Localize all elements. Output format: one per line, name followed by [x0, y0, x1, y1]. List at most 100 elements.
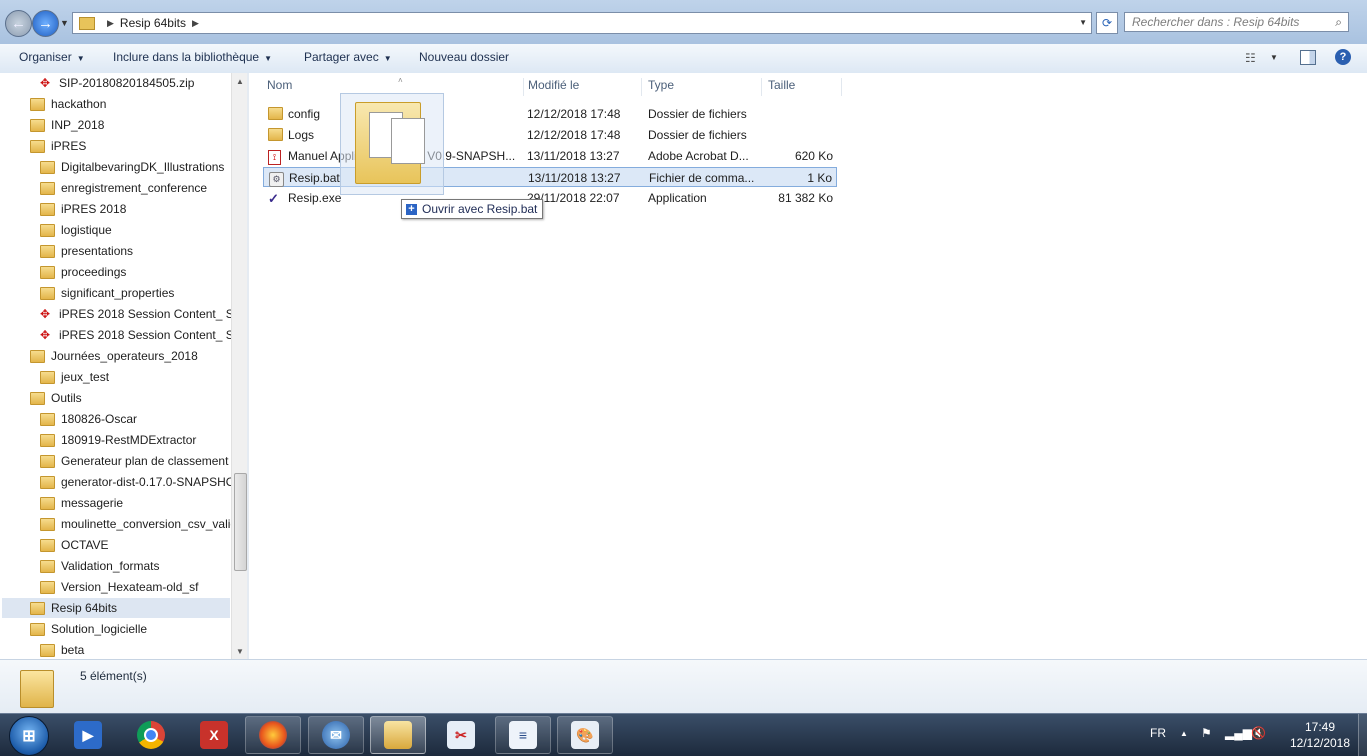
chevron-right-icon[interactable]: ▶ — [107, 18, 114, 29]
taskbar-snipping-tool[interactable]: ✂ — [433, 716, 489, 754]
nav-tree-item[interactable]: messagerie — [2, 493, 230, 513]
folder-icon — [40, 580, 55, 594]
plus-icon: + — [406, 203, 417, 215]
column-header-size[interactable]: Taille — [762, 78, 842, 96]
nav-tree-item[interactable]: beta — [2, 640, 230, 659]
nav-tree-item[interactable]: Resip 64bits — [2, 598, 230, 618]
breadcrumb-resip-64bits[interactable]: Resip 64bits — [120, 16, 186, 30]
zip-icon: ✥ — [40, 328, 51, 342]
taskbar-xmind[interactable]: X — [186, 716, 242, 754]
taskbar-notepad[interactable]: ≡ — [495, 716, 551, 754]
nav-tree-item[interactable]: 180826-Oscar — [2, 409, 230, 429]
file-size: 81 382 Ko — [778, 191, 833, 205]
nav-tree-item[interactable]: iPRES — [2, 136, 230, 156]
nav-tree-item[interactable]: iPRES 2018 — [2, 199, 230, 219]
search-input[interactable]: Rechercher dans : Resip 64bits ⌕ — [1124, 12, 1349, 32]
nav-tree-item[interactable]: moulinette_conversion_csv_valic — [2, 514, 236, 534]
scrollbar-thumb[interactable] — [234, 473, 247, 571]
nav-tree-item[interactable]: Journées_operateurs_2018 — [2, 346, 230, 366]
column-header-modified[interactable]: Modifié le — [522, 78, 642, 96]
address-dropdown-icon[interactable]: ▼ — [1079, 18, 1087, 27]
nav-tree-label: beta — [61, 643, 85, 657]
folder-icon — [40, 265, 55, 279]
folder-icon — [40, 202, 55, 216]
organize-button[interactable]: Organiser ▼ — [19, 50, 85, 64]
view-options-icon[interactable]: ☷ — [1245, 51, 1256, 65]
folder-icon — [40, 517, 55, 531]
nav-tree-label: 180919-RestMDExtractor — [61, 433, 197, 447]
command-toolbar: Organiser ▼ Inclure dans la bibliothèque ▼… — [0, 44, 1367, 74]
nav-tree-item[interactable]: Outils — [2, 388, 230, 408]
help-icon[interactable]: ? — [1335, 49, 1351, 65]
taskbar-paint[interactable]: 🎨 — [557, 716, 613, 754]
nav-tree-item[interactable]: Version_Hexateam-old_sf — [2, 577, 230, 597]
nav-tree-item[interactable]: ✥ iPRES 2018 Session Content_ Spe — [2, 325, 247, 345]
language-indicator[interactable]: FR — [1150, 726, 1166, 740]
nav-tree-item[interactable]: INP_2018 — [2, 115, 230, 135]
preview-pane-icon[interactable] — [1300, 50, 1316, 65]
nav-tree-item[interactable]: proceedings — [2, 262, 230, 282]
folder-icon — [30, 601, 45, 615]
start-button[interactable]: ⊞ — [9, 716, 49, 756]
zip-icon: ✥ — [40, 76, 51, 90]
nav-tree-item[interactable]: enregistrement_conference — [2, 178, 230, 198]
scroll-up-icon[interactable]: ▲ — [236, 77, 244, 86]
file-type: Adobe Acrobat D... — [648, 149, 749, 163]
nav-tree-label: Resip 64bits — [51, 601, 118, 615]
new-folder-button[interactable]: Nouveau dossier — [419, 50, 509, 64]
include-in-library-button[interactable]: Inclure dans la bibliothèque ▼ — [113, 50, 272, 64]
forward-button[interactable]: → — [32, 10, 59, 37]
nav-tree-label: moulinette_conversion_csv_valic — [61, 517, 237, 531]
address-field[interactable]: ▶ Resip 64bits ▶ ▼ — [72, 12, 1092, 34]
network-signal-icon[interactable]: ▂▄▆ — [1225, 726, 1252, 740]
batch-file-icon: ⚙ — [269, 171, 284, 187]
volume-muted-icon[interactable]: 🔇 — [1251, 726, 1266, 740]
show-hidden-icons-icon[interactable]: ▲ — [1180, 729, 1188, 738]
organize-label: Organiser — [19, 50, 72, 64]
nav-tree-item[interactable]: OCTAVE — [2, 535, 230, 555]
navigation-scrollbar[interactable]: ▲ ▼ — [231, 73, 248, 659]
nav-tree-item[interactable]: Generateur plan de classement — [2, 451, 230, 471]
file-modified: 13/11/2018 13:27 — [527, 149, 620, 163]
nav-tree-item[interactable]: Solution_logicielle — [2, 619, 230, 639]
chevron-right-icon[interactable]: ▶ — [192, 18, 199, 29]
folder-icon — [268, 128, 283, 144]
nav-tree-item[interactable]: logistique — [2, 220, 230, 240]
taskbar-firefox[interactable] — [245, 716, 301, 754]
column-header-type[interactable]: Type — [642, 78, 762, 96]
file-name: Logs — [288, 128, 315, 142]
nav-tree-item[interactable]: generator-dist-0.17.0-SNAPSHO — [2, 472, 235, 492]
file-type: Application — [648, 191, 707, 205]
nav-tree-item[interactable]: ✥ iPRES 2018 Session Content_ Spe — [2, 304, 247, 324]
share-label: Partager avec — [304, 50, 379, 64]
share-with-button[interactable]: Partager avec ▼ — [304, 50, 392, 64]
nav-tree-item[interactable]: 180919-RestMDExtractor — [2, 430, 230, 450]
firefox-icon — [259, 721, 287, 749]
nav-tree-label: iPRES — [51, 139, 87, 153]
nav-tree-label: jeux_test — [61, 370, 110, 384]
search-icon[interactable]: ⌕ — [1335, 15, 1342, 30]
folder-icon — [40, 160, 55, 174]
nav-tree-item[interactable]: hackathon — [2, 94, 230, 114]
nav-tree-item[interactable]: significant_properties — [2, 283, 230, 303]
folder-icon — [268, 107, 283, 123]
nav-tree-item[interactable]: ✥ SIP-20180820184505.zip — [2, 73, 230, 93]
back-button[interactable]: ← — [5, 10, 32, 37]
nav-tree-label: Validation_formats — [61, 559, 160, 573]
action-center-flag-icon[interactable]: ⚑ — [1201, 726, 1212, 740]
taskbar-explorer[interactable] — [370, 716, 426, 754]
nav-tree-item[interactable]: jeux_test — [2, 367, 230, 387]
nav-tree-item[interactable]: Validation_formats — [2, 556, 230, 576]
history-dropdown-icon[interactable]: ▼ — [60, 18, 69, 28]
nav-tree-label: Solution_logicielle — [51, 622, 148, 636]
scroll-down-icon[interactable]: ▼ — [236, 647, 244, 656]
clock[interactable]: 17:49 12/12/2018 — [1282, 719, 1358, 751]
view-dropdown-icon[interactable]: ▼ — [1270, 53, 1278, 62]
refresh-button[interactable]: ⟳ — [1096, 12, 1118, 34]
taskbar-media-player[interactable]: ▶ — [60, 716, 116, 754]
taskbar-chrome[interactable] — [123, 716, 179, 754]
nav-tree-item[interactable]: presentations — [2, 241, 230, 261]
nav-tree-item[interactable]: DigitalbevaringDK_Illustrations — [2, 157, 230, 177]
taskbar-thunderbird[interactable]: ✉ — [308, 716, 364, 754]
show-desktop-button[interactable] — [1358, 714, 1367, 756]
